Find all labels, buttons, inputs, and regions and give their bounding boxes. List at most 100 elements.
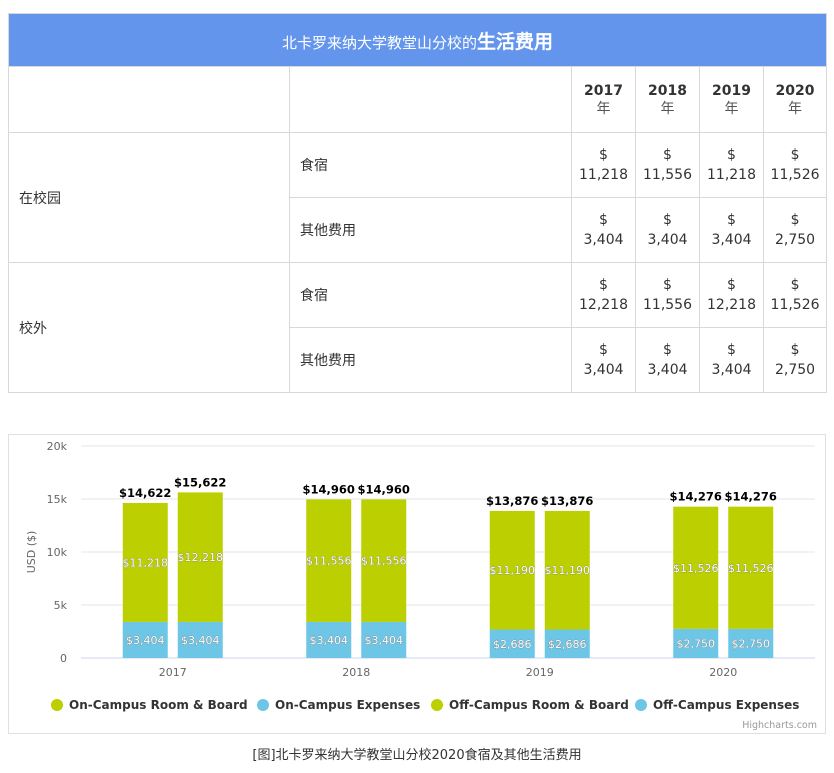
- legend-marker: [635, 699, 647, 711]
- value-cell: $2,750: [762, 197, 828, 263]
- year-unit: 年: [788, 100, 803, 117]
- value-amount: 11,526: [770, 167, 820, 183]
- bar-total-label: $14,276: [670, 490, 722, 504]
- currency-symbol: $: [790, 277, 800, 293]
- year-unit: 年: [660, 100, 675, 117]
- year-label: 2020: [775, 82, 815, 99]
- value-cell: $3,404: [635, 327, 700, 393]
- value-cell: $12,218: [571, 262, 636, 328]
- bar-data-label: $11,556: [361, 555, 407, 568]
- currency-symbol: $: [599, 342, 608, 358]
- year-unit: 年: [724, 100, 739, 117]
- x-tick-label: 2017: [159, 666, 187, 679]
- value-cell: $3,404: [571, 327, 636, 393]
- group-label-on-campus: 在校园: [8, 132, 290, 263]
- value-cell: $12,218: [699, 262, 764, 328]
- table-row: 校外 食宿 $12,218 $11,556 $12,218 $11,526: [8, 262, 828, 393]
- bar-data-label: $11,218: [123, 556, 169, 569]
- stacked-bar-chart: 0 5k 10k 15k 20k USD ($) 2017 $3,404 $11,218 $14,…: [8, 434, 826, 734]
- value-cell: $11,526: [762, 132, 828, 198]
- bar-data-label: $11,526: [728, 562, 774, 575]
- bar-total-label: $14,960: [303, 482, 355, 496]
- item-label: 其他费用: [289, 327, 572, 393]
- x-tick-label: 2018: [342, 666, 370, 679]
- currency-symbol: $: [599, 147, 608, 163]
- year-label: 2017: [584, 82, 623, 99]
- bar-data-label: $11,190: [490, 564, 536, 577]
- value-amount: 2,750: [774, 232, 816, 248]
- value-cell: $11,556: [635, 132, 700, 198]
- currency-symbol: $: [663, 277, 672, 293]
- x-tick-label: 2020: [709, 666, 737, 679]
- currency-symbol: $: [599, 212, 608, 228]
- bar-total-label: $15,622: [174, 475, 226, 489]
- table-row: 在校园 食宿 $11,218 $11,556 $11,218 $11,526: [8, 132, 828, 263]
- value-amount: 11,556: [643, 297, 692, 313]
- year-label: 2018: [648, 82, 687, 99]
- header-empty-cell: [289, 66, 572, 133]
- y-axis-title: USD ($): [25, 531, 38, 574]
- y-tick-label: 15k: [47, 493, 68, 506]
- bar-data-label: $2,750: [677, 637, 716, 650]
- currency-symbol: $: [790, 147, 800, 163]
- bar-data-label: $3,404: [365, 634, 404, 647]
- bar-data-label: $11,556: [306, 555, 352, 568]
- header-year-2020: 2020 年: [762, 66, 828, 133]
- legend-item: On-Campus Expenses: [275, 698, 420, 712]
- value-amount: 3,404: [647, 362, 688, 378]
- figure-caption: [图]北卡罗来纳大学教堂山分校2020食宿及其他生活费用: [252, 748, 582, 763]
- currency-symbol: $: [790, 342, 800, 358]
- bar-total-label: $14,960: [358, 482, 410, 496]
- value-amount: 3,404: [647, 232, 688, 248]
- table-title: 北卡罗来纳大学教堂山分校的生活费用: [7, 13, 828, 67]
- value-amount: 2,750: [774, 362, 816, 378]
- bar-data-label: $3,404: [310, 634, 349, 647]
- legend-item: Off-Campus Expenses: [653, 698, 799, 712]
- bar-data-label: $3,404: [126, 634, 165, 647]
- item-label: 食宿: [289, 262, 572, 328]
- bar-data-label: $11,190: [545, 564, 591, 577]
- bar-total-label: $14,276: [725, 490, 777, 504]
- chart-credits: Highcharts.com: [742, 720, 817, 731]
- cost-table: 北卡罗来纳大学教堂山分校的生活费用 2017 年 2018 年 2019 年 2020…: [7, 13, 828, 393]
- legend-item: Off-Campus Room & Board: [449, 698, 629, 712]
- legend-item: On-Campus Room & Board: [69, 698, 248, 712]
- currency-symbol: $: [599, 277, 608, 293]
- chart-canvas: 0 5k 10k 15k 20k USD ($) 2017 $3,404 $11,218 $14,…: [25, 440, 817, 731]
- currency-symbol: $: [727, 147, 736, 163]
- value-cell: $11,556: [635, 262, 700, 328]
- header-year-2019: 2019 年: [699, 66, 764, 133]
- year-label: 2019: [712, 82, 751, 99]
- y-tick-label: 20k: [47, 440, 68, 453]
- currency-symbol: $: [663, 147, 672, 163]
- value-cell: $11,526: [762, 262, 828, 328]
- value-amount: 3,404: [583, 362, 624, 378]
- bar-data-label: $2,686: [493, 638, 532, 651]
- value-amount: 12,218: [707, 297, 756, 313]
- bar-total-label: $13,876: [541, 494, 593, 508]
- bar-data-label: $3,404: [181, 634, 220, 647]
- legend-marker: [51, 699, 63, 711]
- value-amount: 12,218: [579, 297, 628, 313]
- legend-marker: [257, 699, 269, 711]
- y-tick-label: 10k: [47, 546, 68, 559]
- currency-symbol: $: [727, 212, 736, 228]
- value-cell: $3,404: [699, 327, 764, 393]
- value-amount: 11,218: [707, 167, 756, 183]
- value-cell: $3,404: [699, 197, 764, 263]
- value-amount: 11,218: [579, 167, 628, 183]
- item-label: 其他费用: [289, 197, 572, 263]
- currency-symbol: $: [727, 342, 736, 358]
- y-tick-label: 5k: [54, 599, 68, 612]
- currency-symbol: $: [663, 342, 672, 358]
- header-year-2017: 2017 年: [571, 66, 636, 133]
- table-title-prefix: 北卡罗来纳大学教堂山分校的: [282, 33, 478, 52]
- item-label: 食宿: [289, 132, 572, 198]
- header-year-2018: 2018 年: [635, 66, 700, 133]
- group-label-off-campus: 校外: [8, 262, 290, 393]
- value-amount: 3,404: [583, 232, 624, 248]
- currency-symbol: $: [727, 277, 736, 293]
- bar-data-label: $11,526: [673, 562, 719, 575]
- value-amount: 3,404: [711, 232, 752, 248]
- year-unit: 年: [596, 100, 611, 117]
